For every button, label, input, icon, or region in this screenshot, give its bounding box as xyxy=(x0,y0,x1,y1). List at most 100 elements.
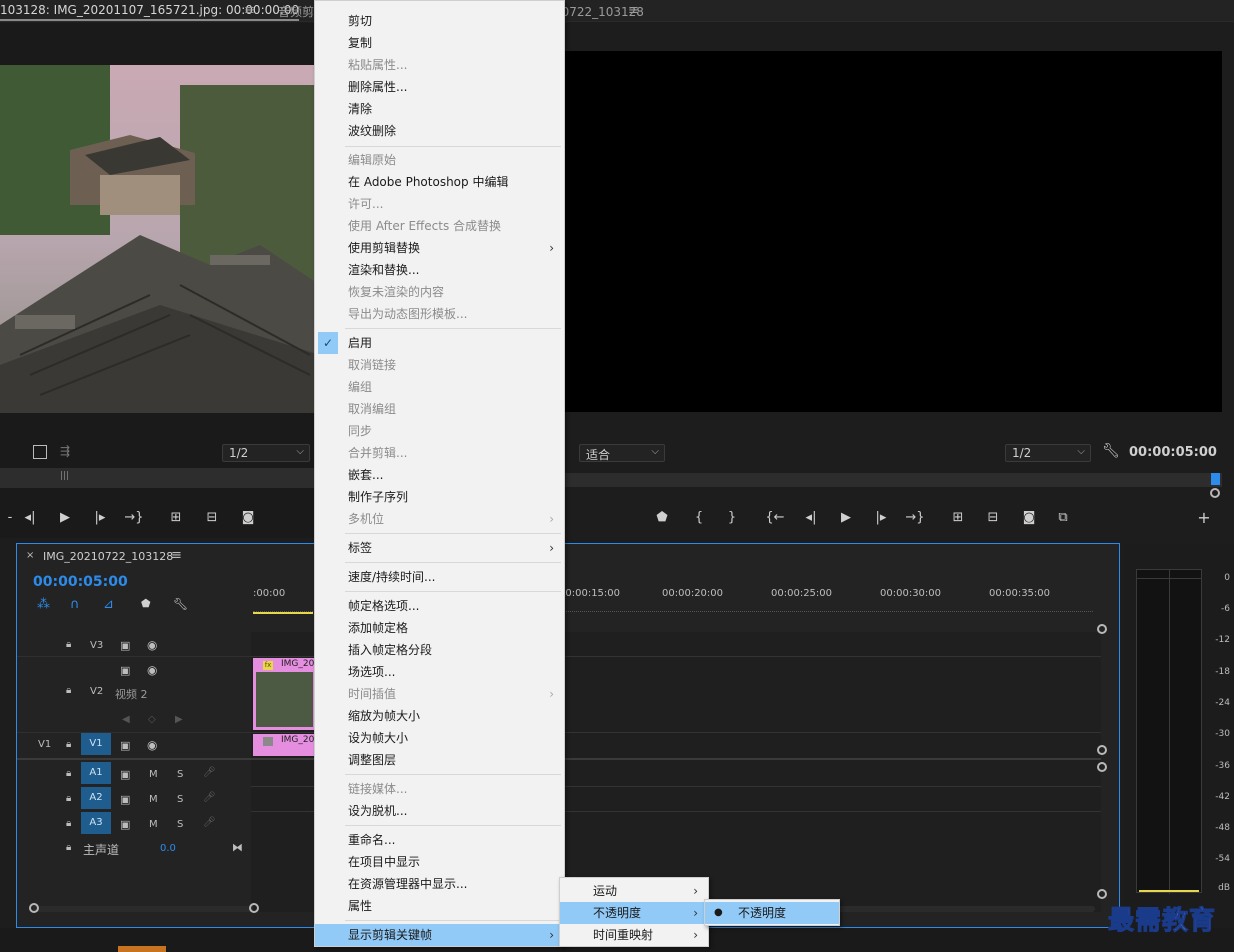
menu-item-reveal-in-explorer[interactable]: 在资源管理器中显示... xyxy=(315,873,564,895)
source-step-forward-icon[interactable]: |▸ xyxy=(90,509,110,527)
program-fit-dropdown[interactable]: 适合 ⌵ xyxy=(579,444,665,462)
source-play-icon[interactable]: ▶ xyxy=(55,509,75,527)
linked-selection-icon[interactable]: ⊿ xyxy=(103,597,114,612)
nest-toggle-icon[interactable]: ⁂ xyxy=(37,597,50,612)
menu-item-show-clip-keyframes[interactable]: 显示剪辑关键帧 › xyxy=(315,924,564,946)
program-scrubber[interactable] xyxy=(565,473,1222,487)
lock-icon[interactable]: 🔒︎ xyxy=(66,768,71,779)
track-v1-target[interactable]: V1 xyxy=(81,733,111,755)
submenu-item-motion[interactable]: 运动 › xyxy=(560,880,708,902)
track-v2-name[interactable]: 视频 2 xyxy=(115,686,148,702)
program-resolution-dropdown[interactable]: 1/2 ⌵ xyxy=(1005,444,1091,462)
program-tab-menu-icon[interactable]: ≡ xyxy=(628,3,639,18)
header-scrollbar[interactable] xyxy=(33,906,253,912)
menu-item-cut[interactable]: 剪切 xyxy=(315,10,564,32)
export-frame-icon[interactable]: ◙ xyxy=(1019,509,1039,527)
menu-item-remove-attributes[interactable]: 删除属性... xyxy=(315,76,564,98)
timeline-timecode[interactable]: 00:00:05:00 xyxy=(33,574,128,590)
menu-item-nest[interactable]: 嵌套... xyxy=(315,464,564,486)
toggle-sync-icon[interactable]: ▣ xyxy=(120,768,130,781)
menu-item-replace-with-clip[interactable]: 使用剪辑替换 › xyxy=(315,237,564,259)
horizontal-scroll-handle[interactable] xyxy=(249,903,259,913)
add-marker-timeline-icon[interactable]: ⬟ xyxy=(141,597,151,610)
menu-item-label-color[interactable]: 标签 › xyxy=(315,537,564,559)
clip-v2[interactable]: fx IMG_20 xyxy=(253,658,315,730)
mute-button[interactable]: M xyxy=(149,769,158,780)
eye-icon[interactable]: ◉ xyxy=(147,663,157,677)
lock-icon[interactable]: 🔒︎ xyxy=(66,639,71,650)
mic-icon[interactable]: 🎤︎ xyxy=(203,792,216,803)
lift-icon[interactable]: ⊞ xyxy=(948,509,968,527)
work-area-bar[interactable] xyxy=(253,612,313,614)
menu-item-clear[interactable]: 清除 xyxy=(315,98,564,120)
menu-item-reveal-in-project[interactable]: 在项目中显示 xyxy=(315,851,564,873)
safe-margins-icon[interactable] xyxy=(33,445,47,459)
track-a3-target[interactable]: A3 xyxy=(81,812,111,834)
submenu-item-opacity-property[interactable]: ● 不透明度 xyxy=(705,902,839,924)
mute-button[interactable]: M xyxy=(149,819,158,830)
prev-keyframe-icon[interactable]: ◀ xyxy=(122,714,130,725)
add-marker-icon[interactable]: ⬟ xyxy=(652,509,672,527)
program-timecode[interactable]: 00:00:05:00 xyxy=(1129,445,1217,460)
toggle-sync-icon[interactable]: ▣ xyxy=(120,664,130,677)
lock-icon[interactable]: 🔒︎ xyxy=(66,793,71,804)
clip-v1[interactable]: IMG_20 xyxy=(253,734,315,756)
solo-button[interactable]: S xyxy=(177,794,183,805)
go-to-end-icon[interactable]: ⧓ xyxy=(232,841,243,854)
horizontal-scroll-handle[interactable] xyxy=(29,903,39,913)
eye-icon[interactable]: ◉ xyxy=(147,738,157,752)
menu-item-ripple-delete[interactable]: 波纹删除 xyxy=(315,120,564,142)
lock-icon[interactable]: 🔒︎ xyxy=(66,818,71,829)
insert-overwrite-icon[interactable]: ⇶ xyxy=(60,444,70,458)
mute-button[interactable]: M xyxy=(149,794,158,805)
sequence-tab-menu-icon[interactable]: ≡ xyxy=(171,548,182,563)
button-editor-plus-icon[interactable]: + xyxy=(1194,509,1214,527)
source-mark-out-icon[interactable]: - xyxy=(0,509,20,527)
next-keyframe-icon[interactable]: ▶ xyxy=(175,714,183,725)
master-volume-value[interactable]: 0.0 xyxy=(160,843,176,854)
sequence-tab[interactable]: IMG_20210722_103128 xyxy=(43,550,173,563)
track-a2-target[interactable]: A2 xyxy=(81,787,111,809)
snap-icon[interactable]: ∩ xyxy=(70,597,80,612)
step-back-icon[interactable]: ◂| xyxy=(801,509,821,527)
timeline-settings-wrench-icon[interactable]: 🔧︎ xyxy=(173,597,188,611)
program-zoom-handle[interactable] xyxy=(1210,488,1220,498)
mark-out-icon[interactable]: } xyxy=(722,509,742,527)
source-tab-menu-icon[interactable]: ≡ xyxy=(244,3,255,18)
mic-icon[interactable]: 🎤︎ xyxy=(203,817,216,828)
lock-icon[interactable]: 🔒︎ xyxy=(66,739,71,750)
submenu-item-opacity[interactable]: 不透明度 › xyxy=(560,902,708,924)
menu-item-speed-duration[interactable]: 速度/持续时间... xyxy=(315,566,564,588)
program-playhead[interactable] xyxy=(1211,473,1220,485)
mic-icon[interactable]: 🎤︎ xyxy=(203,767,216,778)
track-a1-target[interactable]: A1 xyxy=(81,762,111,784)
solo-button[interactable]: S xyxy=(177,819,183,830)
menu-item-set-to-frame-size[interactable]: 设为帧大小 xyxy=(315,727,564,749)
source-overwrite-icon[interactable]: ⊟ xyxy=(202,509,222,527)
menu-item-rename[interactable]: 重命名... xyxy=(315,829,564,851)
source-export-frame-icon[interactable]: ◙ xyxy=(238,509,258,527)
menu-item-render-and-replace[interactable]: 渲染和替换... xyxy=(315,259,564,281)
lock-icon[interactable]: 🔒︎ xyxy=(66,842,71,853)
toggle-sync-icon[interactable]: ▣ xyxy=(120,739,130,752)
close-sequence-icon[interactable]: × xyxy=(26,550,34,561)
source-go-to-out-icon[interactable]: →} xyxy=(124,509,144,527)
toggle-sync-icon[interactable]: ▣ xyxy=(120,639,130,652)
menu-item-insert-frame-hold-segment[interactable]: 插入帧定格分段 xyxy=(315,639,564,661)
source-step-back-icon[interactable]: ◂| xyxy=(20,509,40,527)
eye-icon[interactable]: ◉ xyxy=(147,638,157,652)
lock-icon[interactable]: 🔒︎ xyxy=(66,685,71,696)
comparison-view-icon[interactable]: ⧉ xyxy=(1053,509,1073,527)
go-to-in-icon[interactable]: {← xyxy=(765,509,785,527)
menu-item-copy[interactable]: 复制 xyxy=(315,32,564,54)
menu-item-properties[interactable]: 属性 xyxy=(315,895,564,917)
menu-item-edit-in-photoshop[interactable]: 在 Adobe Photoshop 中编辑 xyxy=(315,171,564,193)
menu-item-add-frame-hold[interactable]: 添加帧定格 xyxy=(315,617,564,639)
vertical-scroll-handle[interactable] xyxy=(1097,624,1107,634)
track-v3-label[interactable]: V3 xyxy=(90,640,103,651)
toggle-sync-icon[interactable]: ▣ xyxy=(120,818,130,831)
toggle-sync-icon[interactable]: ▣ xyxy=(120,793,130,806)
source-scrubber[interactable] xyxy=(0,468,315,488)
go-to-out-icon[interactable]: →} xyxy=(905,509,925,527)
step-forward-icon[interactable]: |▸ xyxy=(871,509,891,527)
